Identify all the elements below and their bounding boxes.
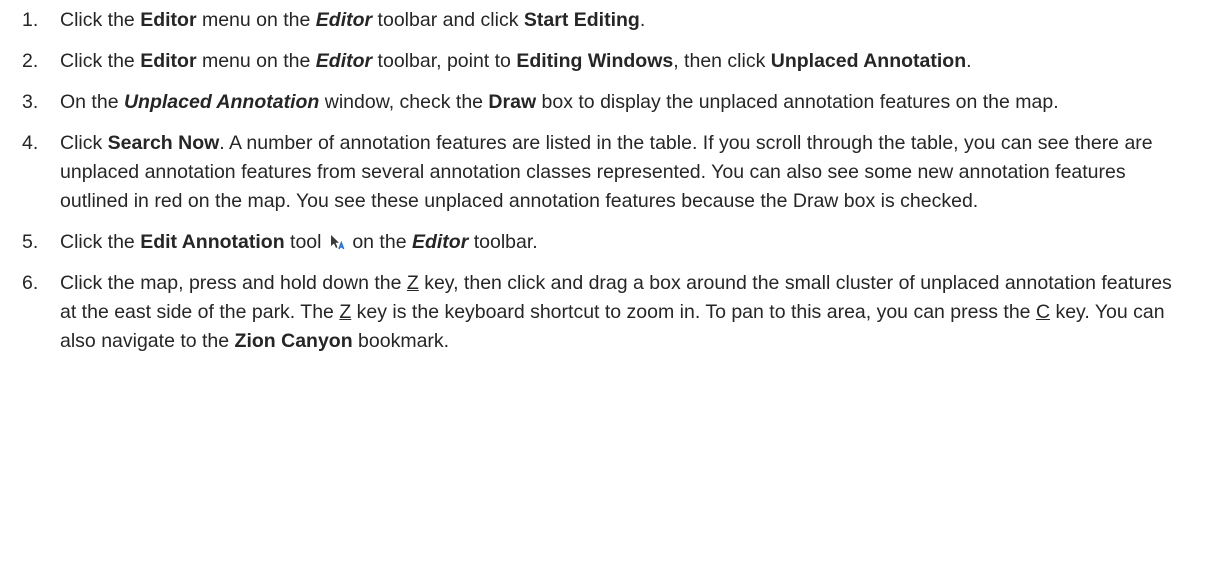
window-name: Unplaced Annotation <box>123 91 320 113</box>
step-1: 1. Click the Editor menu on the Editor t… <box>0 6 1213 35</box>
step-number: 6. <box>22 272 39 294</box>
step-5: 5. Click the Edit Annotation tool on the… <box>0 228 1213 257</box>
step-text: Click Search Now. A number of annotation… <box>60 132 1153 212</box>
step-text: Click the Edit Annotation tool on the Ed… <box>60 231 538 253</box>
step-6: 6. Click the map, press and hold down th… <box>0 269 1213 356</box>
checkbox-name: Draw <box>488 91 537 113</box>
step-2: 2. Click the Editor menu on the Editor t… <box>0 47 1213 76</box>
step-number: 2. <box>22 50 39 72</box>
menu-name: Editor <box>140 9 197 31</box>
step-3: 3. On the Unplaced Annotation window, ch… <box>0 88 1213 117</box>
toolbar-name: Editor <box>411 231 469 253</box>
step-4: 4. Click Search Now. A number of annotat… <box>0 129 1213 216</box>
step-text: Click the Editor menu on the Editor tool… <box>60 50 972 72</box>
command-name: Unplaced Annotation <box>770 50 967 72</box>
shortcut-key: C <box>1035 301 1051 323</box>
shortcut-key: Z <box>406 272 419 294</box>
toolbar-name: Editor <box>315 50 373 72</box>
step-text: On the Unplaced Annotation window, check… <box>60 91 1059 113</box>
button-name: Search Now <box>107 132 220 154</box>
instruction-steps: 1. Click the Editor menu on the Editor t… <box>0 0 1213 356</box>
step-number: 4. <box>22 132 39 154</box>
tool-name: Edit Annotation <box>140 231 285 253</box>
command-name: Start Editing <box>523 9 640 31</box>
edit-annotation-tool-icon <box>329 230 345 250</box>
bookmark-name: Zion Canyon <box>234 330 353 352</box>
step-text: Click the map, press and hold down the Z… <box>60 272 1172 352</box>
submenu-name: Editing Windows <box>516 50 674 72</box>
step-number: 3. <box>22 91 39 113</box>
shortcut-key: Z <box>339 301 352 323</box>
step-number: 1. <box>22 9 39 31</box>
step-number: 5. <box>22 231 39 253</box>
step-text: Click the Editor menu on the Editor tool… <box>60 9 646 31</box>
toolbar-name: Editor <box>315 9 373 31</box>
menu-name: Editor <box>140 50 197 72</box>
